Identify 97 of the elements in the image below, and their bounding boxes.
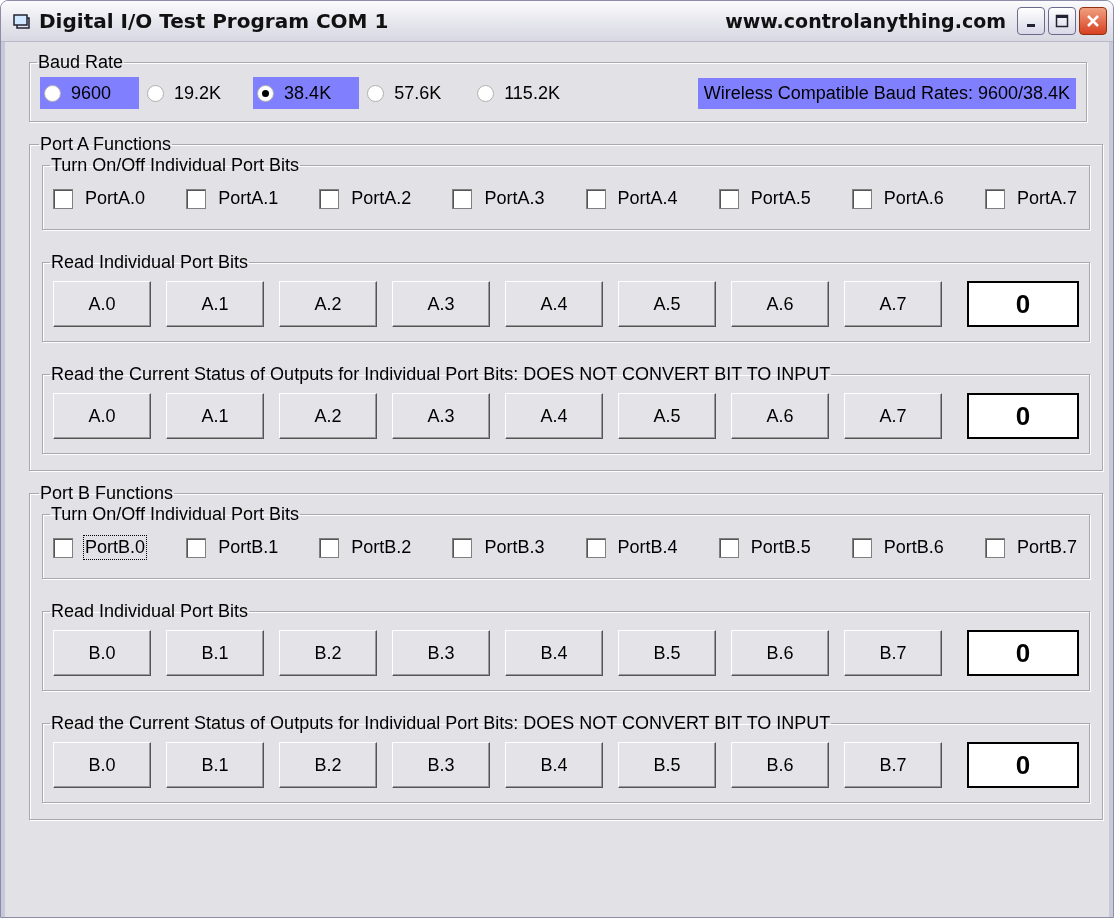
checkbox-label[interactable]: PortA.0	[83, 186, 148, 211]
bit-button[interactable]: B.5	[618, 630, 716, 676]
bit-button[interactable]: A.6	[731, 281, 829, 327]
bit-button[interactable]: B.1	[166, 630, 264, 676]
checkbox[interactable]	[319, 537, 340, 558]
radio-button[interactable]	[367, 84, 385, 102]
group-label: Turn On/Off Individual Port Bits	[50, 504, 301, 525]
bit-button[interactable]: B.3	[392, 742, 490, 788]
checkbox-label[interactable]: PortA.7	[1014, 186, 1079, 211]
bit-button[interactable]: B.4	[505, 630, 603, 676]
group-label: Read the Current Status of Outputs for Individual Port Bits: DOES NOT CONVERT BIT TO INPUT	[50, 364, 832, 385]
checkbox[interactable]	[452, 537, 473, 558]
checkbox-label[interactable]: PortB.3	[482, 535, 547, 560]
group-label: Turn On/Off Individual Port Bits	[50, 155, 301, 176]
checkbox[interactable]	[319, 188, 340, 209]
close-icon	[1086, 14, 1100, 28]
checkbox-label[interactable]: PortB.4	[615, 535, 680, 560]
checkbox-label[interactable]: PortA.3	[482, 186, 547, 211]
radio-button[interactable]	[477, 84, 495, 102]
checkbox-label[interactable]: PortB.7	[1014, 535, 1079, 560]
bit-button[interactable]: A.4	[505, 281, 603, 327]
bit-button[interactable]: B.3	[392, 630, 490, 676]
bit-button[interactable]: B.6	[731, 630, 829, 676]
checkbox[interactable]	[585, 537, 606, 558]
bit-button[interactable]: B.2	[279, 630, 377, 676]
bit-button[interactable]: A.4	[505, 393, 603, 439]
radio-button[interactable]	[44, 84, 61, 102]
radio-option[interactable]: 38.4K	[253, 77, 360, 109]
bit-button[interactable]: A.2	[279, 393, 377, 439]
baud-rate-note: Wireless Compatible Baud Rates: 9600/38.4K	[697, 77, 1076, 109]
group-label: Read Individual Port Bits	[50, 601, 250, 622]
group-label: Read Individual Port Bits	[50, 252, 250, 273]
checkbox-label[interactable]: PortB.5	[748, 535, 813, 560]
bit-button[interactable]: A.5	[618, 281, 716, 327]
bit-button[interactable]: A.6	[731, 393, 829, 439]
checkbox-label[interactable]: PortB.6	[881, 535, 946, 560]
radio-option[interactable]: 19.2K	[143, 77, 250, 109]
close-button[interactable]	[1079, 7, 1107, 35]
bit-button[interactable]: A.7	[844, 281, 942, 327]
checkbox[interactable]	[851, 188, 872, 209]
group-label: Read the Current Status of Outputs for Individual Port Bits: DOES NOT CONVERT BIT TO INPUT	[50, 713, 832, 734]
radio-option[interactable]: 115.2K	[473, 77, 588, 109]
maximize-icon	[1055, 14, 1069, 28]
maximize-button[interactable]	[1048, 7, 1076, 35]
bit-button[interactable]: A.0	[53, 393, 151, 439]
checkbox-label[interactable]: PortB.2	[349, 535, 414, 560]
checkbox[interactable]	[186, 537, 207, 558]
checkbox[interactable]	[452, 188, 473, 209]
checkbox[interactable]	[53, 188, 73, 209]
bit-button[interactable]: B.4	[505, 742, 603, 788]
window-icon	[13, 13, 31, 29]
checkbox-label[interactable]: PortB.1	[216, 535, 281, 560]
value-display: 0	[967, 281, 1079, 327]
bit-button[interactable]: A.1	[166, 281, 264, 327]
bit-button[interactable]: B.7	[844, 742, 942, 788]
group-label: Port B Functions	[39, 483, 175, 504]
window-title: Digital I/O Test Program COM 1	[39, 9, 389, 33]
bit-button[interactable]: A.0	[53, 281, 151, 327]
group-label: Baud Rate	[37, 52, 125, 73]
value-display: 0	[967, 393, 1079, 439]
checkbox[interactable]	[851, 537, 872, 558]
checkbox[interactable]	[718, 188, 739, 209]
checkbox[interactable]	[585, 188, 606, 209]
group-label: Port A Functions	[39, 134, 173, 155]
radio-button[interactable]	[257, 84, 275, 102]
bit-button[interactable]: A.2	[279, 281, 377, 327]
checkbox-label[interactable]: PortA.5	[748, 186, 813, 211]
checkbox-label[interactable]: PortA.6	[881, 186, 946, 211]
checkbox-label[interactable]: PortA.2	[349, 186, 414, 211]
website-label: www.controlanything.com	[725, 10, 1006, 32]
radio-option[interactable]: 9600	[40, 77, 140, 109]
value-display: 0	[967, 742, 1079, 788]
bit-button[interactable]: A.3	[392, 393, 490, 439]
checkbox[interactable]	[984, 188, 1005, 209]
minimize-icon	[1027, 23, 1035, 27]
bit-button[interactable]: A.1	[166, 393, 264, 439]
checkbox-label[interactable]: PortA.1	[216, 186, 281, 211]
radio-button[interactable]	[147, 84, 165, 102]
checkbox[interactable]	[718, 537, 739, 558]
bit-button[interactable]: B.7	[844, 630, 942, 676]
checkbox[interactable]	[53, 537, 73, 558]
value-display: 0	[967, 630, 1079, 676]
bit-button[interactable]: B.0	[53, 630, 151, 676]
checkbox[interactable]	[186, 188, 207, 209]
bit-button[interactable]: B.5	[618, 742, 716, 788]
bit-button[interactable]: B.2	[279, 742, 377, 788]
bit-button[interactable]: B.0	[53, 742, 151, 788]
bit-button[interactable]: B.1	[166, 742, 264, 788]
checkbox[interactable]	[984, 537, 1005, 558]
minimize-button[interactable]	[1017, 7, 1045, 35]
bit-button[interactable]: A.7	[844, 393, 942, 439]
bit-button[interactable]: A.3	[392, 281, 490, 327]
bit-button[interactable]: A.5	[618, 393, 716, 439]
bit-button[interactable]: B.6	[731, 742, 829, 788]
checkbox-label[interactable]: PortB.0	[83, 535, 148, 560]
checkbox-label[interactable]: PortA.4	[615, 186, 680, 211]
radio-option[interactable]: 57.6K	[363, 77, 470, 109]
